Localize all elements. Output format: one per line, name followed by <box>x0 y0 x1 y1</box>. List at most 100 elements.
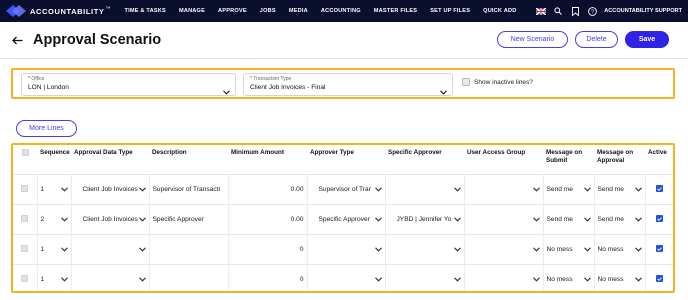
uk-flag-icon[interactable] <box>536 6 547 16</box>
description-input[interactable] <box>149 264 229 291</box>
message-on-approval-select[interactable]: Send me <box>594 204 646 235</box>
message-on-submit-select[interactable]: No mess <box>543 234 595 265</box>
nav-item-master-files[interactable]: MASTER FILES <box>374 8 417 14</box>
show-inactive-checkbox[interactable] <box>462 78 470 86</box>
minimum-amount-input[interactable]: 0 <box>228 234 308 265</box>
minimum-amount-input[interactable]: 0.00 <box>228 174 308 205</box>
chevron-down-icon <box>60 246 68 252</box>
transaction-type-select[interactable]: * Transaction Type Client Job Invoices -… <box>243 73 453 96</box>
nav-item-jobs[interactable]: JOBS <box>260 8 276 14</box>
chevron-down-icon <box>60 186 68 192</box>
check-icon <box>656 217 662 221</box>
col-user-access-group[interactable]: User Access Group <box>464 145 543 175</box>
select-all-checkbox[interactable] <box>21 149 29 156</box>
svg-text:?: ? <box>591 9 594 15</box>
col-message-on-approval[interactable]: Message on Approval <box>594 145 645 175</box>
app-logo[interactable]: ACCOUNTABILITY ™ <box>6 5 111 17</box>
back-arrow-icon[interactable] <box>12 34 23 47</box>
row-select-checkbox[interactable] <box>21 274 29 282</box>
col-sequence[interactable]: Sequence <box>37 145 71 175</box>
approval-data-type-select[interactable] <box>71 234 150 265</box>
approval-data-type-select[interactable] <box>71 264 150 291</box>
col-approval-data-type[interactable]: Approval Data Type <box>71 145 149 175</box>
message-on-approval-select[interactable]: Send me <box>594 174 646 205</box>
message-on-submit-value: No mess <box>546 275 573 283</box>
user-menu[interactable]: ACCOUNTABILITY SUPPORT <box>604 8 682 14</box>
row-select-checkbox[interactable] <box>21 214 29 222</box>
show-inactive-label: Show inactive lines? <box>474 78 533 86</box>
description-input[interactable]: Specific Approver <box>149 204 229 235</box>
delete-button[interactable]: Delete <box>575 31 618 48</box>
col-approver-type[interactable]: Approver Type <box>307 145 385 175</box>
save-button[interactable]: Save <box>625 31 669 48</box>
col-message-on-submit[interactable]: Message on Submit <box>543 145 594 175</box>
minimum-amount-input[interactable]: 0 <box>228 264 308 291</box>
nav-right-tools: ? ACCOUNTABILITY SUPPORT <box>536 6 682 16</box>
main-menu: TIME & TASKS MANAGE APPROVE JOBS MEDIA A… <box>125 8 537 14</box>
sequence-select[interactable]: 1 <box>37 174 72 205</box>
sequence-value: 1 <box>40 275 45 283</box>
user-access-group-select[interactable] <box>464 174 544 205</box>
nav-item-media[interactable]: MEDIA <box>289 8 308 14</box>
row-select-checkbox[interactable] <box>21 184 29 192</box>
specific-approver-select[interactable]: JYBD | Jennifer Yo <box>385 204 465 235</box>
description-input[interactable] <box>149 234 229 265</box>
message-on-submit-select[interactable]: Send me <box>543 174 595 205</box>
active-checkbox[interactable] <box>655 185 663 193</box>
approver-type-select[interactable] <box>307 264 386 291</box>
message-on-submit-select[interactable]: No mess <box>543 264 595 291</box>
chevron-down-icon <box>583 276 591 282</box>
user-access-group-select[interactable] <box>464 234 544 265</box>
nav-item-manage[interactable]: MANAGE <box>179 8 205 14</box>
table-row: 2 Client Job Invoices Specific Approver 0.0… <box>13 204 673 235</box>
approver-type-select[interactable]: Specific Approver <box>307 204 386 235</box>
new-scenario-button[interactable]: New Scenario <box>497 31 568 48</box>
message-on-approval-select[interactable]: No mess <box>594 264 646 291</box>
message-on-submit-value: Send me <box>546 215 573 223</box>
sequence-select[interactable]: 1 <box>37 234 72 265</box>
description-input[interactable]: Supervisor of Transacti <box>149 174 229 205</box>
search-icon[interactable] <box>553 6 563 16</box>
chevron-down-icon <box>138 276 146 282</box>
logo-text: ACCOUNTABILITY <box>30 6 105 16</box>
chevron-down-icon <box>583 246 591 252</box>
col-minimum-amount[interactable]: Minimum Amount <box>228 145 307 175</box>
sequence-select[interactable]: 1 <box>37 264 72 291</box>
chevron-down-icon <box>532 276 540 282</box>
approver-type-value: Supervisor of Trar <box>318 185 371 193</box>
specific-approver-select[interactable] <box>385 174 465 205</box>
office-select[interactable]: * Office LON | London <box>21 73 236 96</box>
nav-item-accounting[interactable]: ACCOUNTING <box>321 8 361 14</box>
row-select-checkbox[interactable] <box>21 244 29 252</box>
nav-item-set-up-files[interactable]: SET UP FILES <box>430 8 470 14</box>
sequence-select[interactable]: 2 <box>37 204 72 235</box>
user-access-group-select[interactable] <box>464 204 544 235</box>
col-description[interactable]: Description <box>149 145 228 175</box>
more-lines-button[interactable]: More Lines <box>16 120 77 137</box>
transaction-type-label-text: Transaction Type <box>253 76 292 82</box>
specific-approver-select[interactable] <box>385 264 465 291</box>
col-specific-approver[interactable]: Specific Approver <box>385 145 464 175</box>
approval-data-type-select[interactable]: Client Job Invoices <box>71 204 150 235</box>
office-label-text: Office <box>31 76 45 82</box>
nav-item-approve[interactable]: APPROVE <box>218 8 247 14</box>
approval-data-type-select[interactable]: Client Job Invoices <box>71 174 150 205</box>
message-on-submit-select[interactable]: Send me <box>543 204 595 235</box>
check-icon <box>656 247 662 251</box>
minimum-amount-input[interactable]: 0.00 <box>228 204 308 235</box>
bookmark-icon[interactable] <box>570 6 580 16</box>
row-select-cell <box>13 234 38 265</box>
help-icon[interactable]: ? <box>587 6 597 16</box>
active-checkbox[interactable] <box>655 245 663 253</box>
nav-item-quick-add[interactable]: QUICK ADD <box>483 8 516 14</box>
message-on-approval-select[interactable]: No mess <box>594 234 646 265</box>
active-checkbox[interactable] <box>655 215 663 223</box>
nav-item-time-tasks[interactable]: TIME & TASKS <box>125 8 166 14</box>
approver-type-select[interactable]: Supervisor of Trar <box>307 174 386 205</box>
active-checkbox[interactable] <box>655 275 663 283</box>
minimum-amount-value: 0.00 <box>290 185 304 193</box>
col-active[interactable]: Active <box>645 145 673 175</box>
user-access-group-select[interactable] <box>464 264 544 291</box>
approver-type-select[interactable] <box>307 234 386 265</box>
specific-approver-select[interactable] <box>385 234 465 265</box>
